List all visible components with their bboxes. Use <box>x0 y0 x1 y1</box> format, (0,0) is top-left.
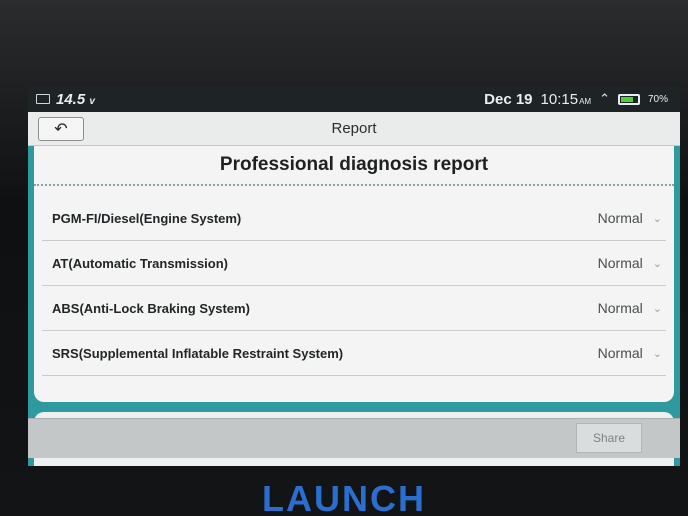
status-text: Normal <box>597 300 643 316</box>
share-button[interactable]: Share <box>576 423 642 453</box>
system-name: SRS(Supplemental Inflatable Restraint Sy… <box>52 345 344 361</box>
status-date: Dec 19 <box>484 90 533 108</box>
chevron-down-icon: ⌄ <box>652 212 662 225</box>
system-row-srs[interactable]: SRS(Supplemental Inflatable Restraint Sy… <box>42 331 666 376</box>
status-time: 10:15AM <box>541 91 592 108</box>
back-button[interactable]: ↶ <box>38 117 84 141</box>
system-name: AT(Automatic Transmission) <box>52 255 229 271</box>
voltage-value: 14.5 <box>56 90 86 108</box>
system-status[interactable]: Normal ⌄ <box>598 255 662 271</box>
status-text: Normal <box>597 255 643 271</box>
system-status[interactable]: Normal ⌄ <box>598 210 662 226</box>
status-bar: 14.5 v Dec 19 10:15AM ⌃ 70% <box>28 86 680 112</box>
time-ampm: AM <box>579 96 592 106</box>
title-bar: ↶ Report <box>28 112 680 146</box>
system-row-transmission[interactable]: AT(Automatic Transmission) Normal ⌄ <box>42 241 666 286</box>
back-arrow-icon: ↶ <box>54 121 68 138</box>
brand-logo: LAUNCH <box>262 478 426 516</box>
voltage-unit: v <box>89 95 95 107</box>
system-status[interactable]: Normal ⌄ <box>598 345 662 361</box>
report-frame: Professional diagnosis report PGM-FI/Die… <box>28 146 680 408</box>
system-name: ABS(Anti-Lock Braking System) <box>52 300 250 316</box>
report-heading: Professional diagnosis report <box>34 146 674 186</box>
system-name: PGM-FI/Diesel(Engine System) <box>52 210 242 226</box>
chevron-down-icon: ⌄ <box>652 257 662 270</box>
chevron-down-icon: ⌄ <box>652 347 662 360</box>
battery-icon <box>617 93 640 105</box>
system-row-abs[interactable]: ABS(Anti-Lock Braking System) Normal ⌄ <box>42 286 666 331</box>
system-row-engine[interactable]: PGM-FI/Diesel(Engine System) Normal ⌄ <box>42 196 666 241</box>
battery-percent: 70% <box>647 93 668 105</box>
bottom-toolbar: Share <box>28 418 680 458</box>
wifi-icon: ⌃ <box>599 91 610 106</box>
device-screen: 14.5 v Dec 19 10:15AM ⌃ 70% ↶ Report Pro… <box>28 86 680 466</box>
system-list: PGM-FI/Diesel(Engine System) Normal ⌄ AT… <box>34 186 674 376</box>
time-value: 10:15 <box>540 90 579 108</box>
status-text: Normal <box>597 210 643 226</box>
page-title: Report <box>331 120 377 137</box>
device-bezel: 14.5 v Dec 19 10:15AM ⌃ 70% ↶ Report Pro… <box>0 0 688 516</box>
report-card: Professional diagnosis report PGM-FI/Die… <box>34 146 674 402</box>
system-status[interactable]: Normal ⌄ <box>598 300 662 316</box>
status-text: Normal <box>597 345 643 361</box>
voltage-readout: 14.5 v <box>56 91 95 108</box>
tool-icon <box>36 94 50 104</box>
chevron-down-icon: ⌄ <box>652 302 662 315</box>
